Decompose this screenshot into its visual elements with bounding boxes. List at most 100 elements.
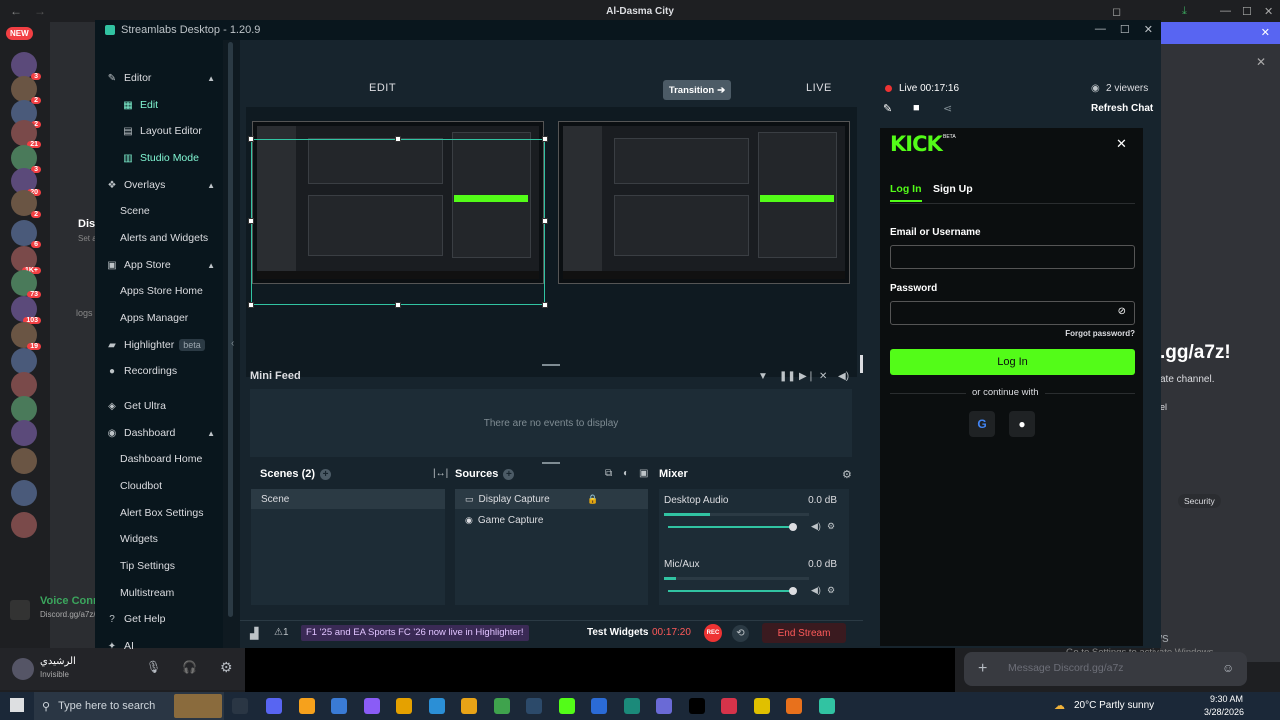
mixer-settings-icon[interactable]: ⚙ — [842, 468, 852, 481]
record-button[interactable]: REC — [704, 624, 722, 642]
source-item[interactable]: ▭ Display Capture 🔒 — [455, 489, 648, 509]
volume-knob[interactable] — [789, 587, 797, 595]
teams-icon[interactable] — [656, 698, 672, 714]
password-field[interactable]: ⊘ — [890, 301, 1135, 325]
firefox-icon[interactable] — [786, 698, 802, 714]
sidebar-item-alert-box-settings[interactable]: Alert Box Settings — [95, 502, 223, 524]
channel-settings-icon[interactable]: ⚙ — [827, 521, 835, 532]
alert-icon[interactable]: ⚠1 — [274, 627, 289, 638]
chrome-icon[interactable] — [298, 698, 315, 714]
copilot-icon[interactable] — [363, 698, 380, 714]
collapse-left-icon[interactable]: ‹ — [231, 338, 234, 349]
app-icon[interactable] — [396, 698, 412, 714]
tiktok-icon[interactable] — [688, 698, 705, 714]
sidebar-item-layout-editor[interactable]: ▤ Layout Editor — [95, 120, 223, 142]
forward-icon[interactable]: → — [34, 4, 46, 18]
bell-icon[interactable]: ◻ — [1112, 5, 1121, 18]
close-icon[interactable]: ✕ — [1144, 23, 1153, 36]
channel-settings-icon[interactable]: ⚙ — [827, 585, 835, 596]
pause-icon[interactable]: ❚❚ — [779, 371, 796, 382]
server-icon[interactable]: 19 — [11, 322, 41, 350]
server-icon[interactable]: 1K+ — [11, 246, 41, 274]
chevron-up-icon[interactable]: ▲ — [207, 181, 215, 190]
user-name[interactable]: الرشيدي — [40, 656, 76, 667]
server-icon[interactable] — [11, 420, 37, 446]
pencil-icon[interactable]: ✎ — [883, 102, 892, 115]
sidebar-item-alerts-and-widgets[interactable]: Alerts and Widgets — [95, 227, 223, 249]
sidebar-item-get-help[interactable]: ? Get Help — [95, 608, 223, 630]
discord-close-icon[interactable]: ✕ — [1256, 55, 1266, 69]
shield-icon[interactable] — [331, 698, 347, 714]
replay-buffer-icon[interactable]: ⟲ — [732, 625, 749, 642]
server-icon[interactable] — [11, 448, 37, 474]
sidebar-item-studio-mode[interactable]: ▥ Studio Mode — [95, 147, 223, 169]
xbox-icon[interactable] — [558, 698, 575, 714]
source-tools-icon[interactable]: ⧉ — [605, 468, 612, 479]
share-icon[interactable]: ⋖ — [943, 102, 952, 115]
minimize-icon[interactable]: — — [1220, 5, 1231, 17]
volume-slider[interactable] — [668, 587, 797, 595]
sidebar-item-highlighter[interactable]: ▰ Highlighter beta — [95, 334, 223, 356]
end-stream-button[interactable]: End Stream — [762, 623, 846, 643]
volume-knob[interactable] — [789, 523, 797, 531]
headphone-icon[interactable]: 🎧 — [182, 660, 197, 674]
mute-icon[interactable]: ◀) — [811, 521, 821, 532]
discord-icon[interactable] — [266, 698, 282, 714]
avatar[interactable] — [12, 658, 34, 680]
server-icon[interactable]: 103 — [11, 296, 41, 324]
sidebar-item-widgets[interactable]: Widgets — [95, 528, 223, 550]
email-field[interactable] — [890, 245, 1135, 269]
windows-start-icon[interactable] — [10, 698, 24, 712]
mute-icon[interactable]: ◀) — [811, 585, 821, 596]
volume-slider[interactable] — [668, 523, 797, 531]
scene-item[interactable]: Scene — [251, 489, 445, 509]
clock-date[interactable]: 3/28/2026 — [1204, 707, 1244, 717]
chevron-up-icon[interactable]: ▲ — [207, 74, 215, 83]
server-icon[interactable] — [11, 348, 37, 374]
settings-icon[interactable]: ⚙ — [220, 659, 233, 676]
tab-login[interactable]: Log In — [890, 183, 922, 202]
taskbar-search[interactable]: ⚲ Type here to search — [34, 692, 224, 720]
transition-button[interactable]: Transition ➔ — [663, 80, 731, 100]
sidebar-item-apps-manager[interactable]: Apps Manager — [95, 307, 223, 329]
source-item[interactable]: ◉ Game Capture — [455, 510, 648, 530]
store-icon[interactable] — [493, 698, 510, 714]
maximize-icon[interactable]: ☐ — [1242, 5, 1252, 18]
sidebar-item-dashboard[interactable]: ◉ Dashboard ▲ — [95, 422, 223, 444]
forgot-password-link[interactable]: Forgot password? — [1065, 329, 1135, 338]
server-icon[interactable]: 6 — [11, 220, 41, 248]
sidebar-item-dashboard-home[interactable]: Dashboard Home — [95, 448, 223, 470]
refresh-chat-button[interactable]: Refresh Chat — [1091, 103, 1153, 114]
chevron-up-icon[interactable]: ▲ — [207, 429, 215, 438]
sidebar-item-overlays[interactable]: ❖ Overlays ▲ — [95, 174, 223, 196]
adobe-icon[interactable] — [721, 698, 737, 714]
server-icon[interactable]: 3 — [11, 52, 41, 80]
task-view-icon[interactable] — [232, 698, 248, 714]
sidebar-item-apps-store-home[interactable]: Apps Store Home — [95, 280, 223, 302]
folder-icon[interactable] — [461, 698, 477, 714]
sidebar-item-multistream[interactable]: Multistream — [95, 582, 223, 604]
skip-icon[interactable]: ▶❘ — [799, 371, 815, 382]
app-icon[interactable] — [753, 698, 770, 714]
close-icon[interactable]: ✕ — [1264, 5, 1273, 18]
stats-icon[interactable]: ▟ — [250, 627, 258, 640]
sidebar-item-edit[interactable]: ▦ Edit — [95, 94, 223, 116]
app-icon[interactable] — [591, 698, 607, 714]
folder-icon[interactable]: ▣ — [639, 468, 648, 479]
sidebar-item-get-ultra[interactable]: ◈ Get Ultra — [95, 395, 223, 417]
eye-off-icon[interactable]: ⊘ — [1118, 306, 1126, 317]
emoji-icon[interactable]: ☺ — [1222, 661, 1234, 675]
streamlabs-icon[interactable] — [818, 698, 835, 714]
sidebar-item-ai[interactable]: ✦ AI — [95, 635, 223, 657]
test-widgets-button[interactable]: Test Widgets — [587, 627, 648, 638]
sidebar-item-editor[interactable]: ✎ Editor ▲ — [95, 67, 223, 89]
filter-icon[interactable]: ▼ — [758, 371, 768, 382]
message-input[interactable]: + Message Discord.gg/a7z ☺ — [964, 652, 1247, 686]
add-scene-icon[interactable]: + — [320, 469, 332, 480]
banner-close-icon[interactable]: ✕ — [1261, 26, 1270, 39]
sidebar-item-scene[interactable]: Scene — [95, 200, 223, 222]
sidebar-item-cloudbot[interactable]: Cloudbot — [95, 475, 223, 497]
terminal-icon[interactable] — [623, 698, 640, 714]
weather-text[interactable]: 20°C Partly sunny — [1074, 700, 1154, 711]
server-icon[interactable] — [11, 480, 37, 506]
